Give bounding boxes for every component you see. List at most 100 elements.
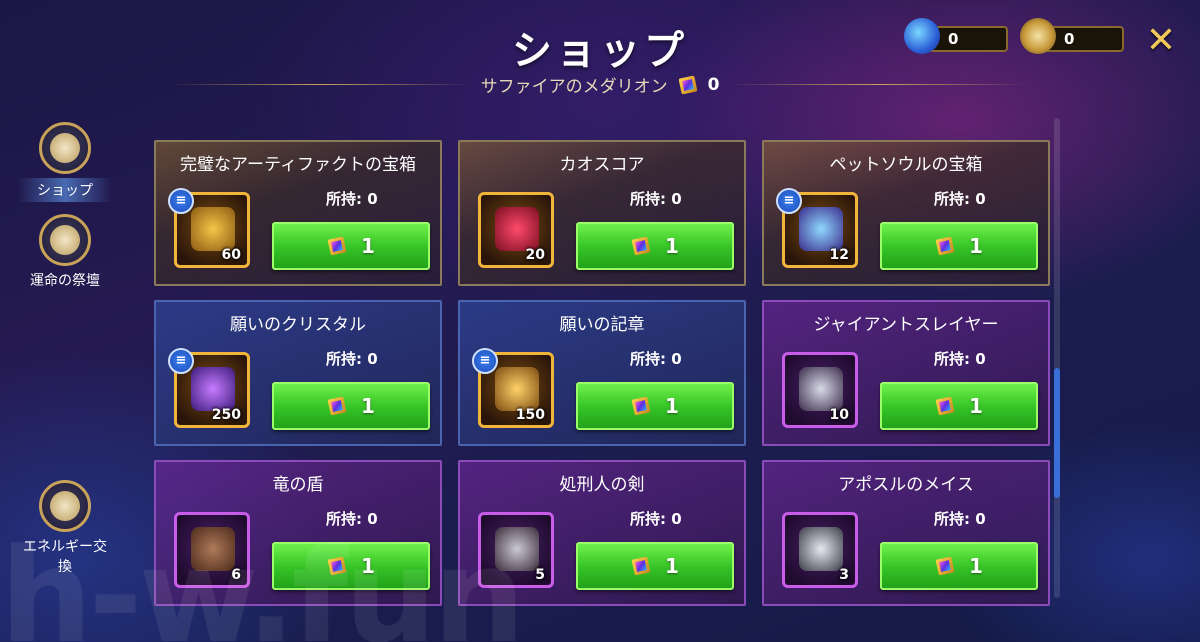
subtitle-count: 0 xyxy=(707,74,720,95)
owned-count: 所持: 0 xyxy=(326,350,378,368)
item-title: ジャイアントスレイヤー xyxy=(813,315,999,335)
item-quantity: 250 xyxy=(211,407,241,423)
shop-item-card[interactable]: 願いの記章所持: 0 150 ≡ 1 xyxy=(458,300,746,446)
divider xyxy=(170,84,471,85)
item-quantity: 3 xyxy=(839,567,849,583)
sidebar-item-label: エネルギー交換 xyxy=(23,539,107,575)
scrollbar[interactable] xyxy=(1054,118,1060,598)
shop-icon xyxy=(39,122,91,174)
buy-button[interactable]: 1 xyxy=(880,222,1038,270)
sapphire-medallion-icon xyxy=(327,236,347,256)
sidebar-item-altar[interactable]: 運命の祭壇 xyxy=(18,214,112,290)
buy-button[interactable]: 1 xyxy=(880,382,1038,430)
shop-item-card[interactable]: 処刑人の剣 所持: 0 5 1 xyxy=(458,460,746,606)
wish-crystal-icon xyxy=(191,367,235,411)
sapphire-medallion-icon xyxy=(631,556,651,576)
currency-subtitle: サファイアのメダリオン 0 xyxy=(0,72,1200,97)
item-icon-frame[interactable]: 10 xyxy=(782,352,858,428)
item-quantity: 60 xyxy=(221,247,241,263)
shop-item-card[interactable]: 願いのクリスタル所持: 0 250 ≡ 1 xyxy=(154,300,442,446)
executioner-sword-icon xyxy=(495,527,539,571)
item-quantity: 10 xyxy=(829,407,849,423)
owned-count: 所持: 0 xyxy=(326,190,378,208)
owned-count: 所持: 0 xyxy=(630,350,682,368)
subtitle-label: サファイアのメダリオン xyxy=(480,77,668,97)
item-title: 処刑人の剣 xyxy=(559,475,645,495)
wish-emblem-icon xyxy=(495,367,539,411)
shop-item-card[interactable]: 完璧なアーティファクトの宝箱所持: 0 60 ≡ 1 xyxy=(154,140,442,286)
item-title: 願いの記章 xyxy=(559,315,645,335)
item-icon-frame[interactable]: 3 xyxy=(782,512,858,588)
item-title: アポスルのメイス xyxy=(838,475,974,495)
shop-item-card[interactable]: 竜の盾 所持: 0 6 1 xyxy=(154,460,442,606)
buy-button[interactable]: 1 xyxy=(576,222,734,270)
sapphire-medallion-icon xyxy=(631,396,651,416)
item-quantity: 6 xyxy=(231,567,241,583)
owned-count: 所持: 0 xyxy=(934,510,986,528)
item-title: 竜の盾 xyxy=(272,475,324,495)
buy-button[interactable]: 1 xyxy=(576,382,734,430)
owned-count: 所持: 0 xyxy=(326,510,378,528)
buy-price: 1 xyxy=(361,394,375,418)
sapphire-medallion-icon xyxy=(327,556,347,576)
buy-price: 1 xyxy=(665,234,679,258)
sidebar-item-energy-exchange[interactable]: エネルギー交換 xyxy=(18,480,112,576)
shop-item-card[interactable]: カオスコア所持: 0 20 1 xyxy=(458,140,746,286)
item-title: ペットソウルの宝箱 xyxy=(829,155,983,175)
energy-exchange-icon xyxy=(39,480,91,532)
item-icon-frame[interactable]: 6 xyxy=(174,512,250,588)
buy-price: 1 xyxy=(361,234,375,258)
sidebar-item-label: ショップ xyxy=(18,178,112,202)
shop-item-card[interactable]: ペットソウルの宝箱所持: 0 12 ≡ 1 xyxy=(762,140,1050,286)
apostle-mace-icon xyxy=(799,527,843,571)
buy-price: 1 xyxy=(969,554,983,578)
owned-count: 所持: 0 xyxy=(934,190,986,208)
artifact-chest-icon xyxy=(191,207,235,251)
sapphire-medallion-icon xyxy=(678,75,698,95)
close-button[interactable]: ✕ xyxy=(1144,23,1178,59)
altar-star-icon xyxy=(39,214,91,266)
energy-gem-icon xyxy=(904,18,940,54)
shop-item-card[interactable]: アポスルのメイス所持: 0 3 1 xyxy=(762,460,1050,606)
item-title: 完璧なアーティファクトの宝箱 xyxy=(180,155,416,175)
dragon-shield-icon xyxy=(191,527,235,571)
item-icon-frame[interactable]: 5 xyxy=(478,512,554,588)
buy-price: 1 xyxy=(361,554,375,578)
info-list-icon[interactable]: ≡ xyxy=(168,348,194,374)
sapphire-medallion-icon xyxy=(935,236,955,256)
item-quantity: 20 xyxy=(525,247,545,263)
item-title: カオスコア xyxy=(559,155,645,175)
owned-count: 所持: 0 xyxy=(934,350,986,368)
info-list-icon[interactable]: ≡ xyxy=(776,188,802,214)
buy-button[interactable]: 1 xyxy=(576,542,734,590)
divider xyxy=(729,84,1030,85)
chaos-core-icon xyxy=(495,207,539,251)
owned-count: 所持: 0 xyxy=(630,190,682,208)
buy-price: 1 xyxy=(969,394,983,418)
buy-button[interactable]: 1 xyxy=(272,382,430,430)
shop-item-card[interactable]: ジャイアントスレイヤー所持: 0 10 1 xyxy=(762,300,1050,446)
sapphire-medallion-icon xyxy=(935,556,955,576)
scrollbar-thumb[interactable] xyxy=(1054,368,1060,498)
sidebar-item-label: 運命の祭壇 xyxy=(30,273,100,289)
sidebar-item-shop[interactable]: ショップ xyxy=(18,122,112,202)
page-title: ショップ xyxy=(512,28,688,74)
medal-icon xyxy=(1020,18,1056,54)
item-quantity: 12 xyxy=(829,247,849,263)
sapphire-medallion-icon xyxy=(631,236,651,256)
buy-price: 1 xyxy=(969,234,983,258)
giant-slayer-bow-icon xyxy=(799,367,843,411)
info-list-icon[interactable]: ≡ xyxy=(472,348,498,374)
item-icon-frame[interactable]: 20 xyxy=(478,192,554,268)
buy-price: 1 xyxy=(665,554,679,578)
buy-button[interactable]: 1 xyxy=(272,542,430,590)
info-list-icon[interactable]: ≡ xyxy=(168,188,194,214)
pet-soul-chest-icon xyxy=(799,207,843,251)
buy-button[interactable]: 1 xyxy=(880,542,1038,590)
item-quantity: 5 xyxy=(535,567,545,583)
sapphire-medallion-icon xyxy=(327,396,347,416)
buy-button[interactable]: 1 xyxy=(272,222,430,270)
buy-price: 1 xyxy=(665,394,679,418)
item-title: 願いのクリスタル xyxy=(230,315,366,335)
item-quantity: 150 xyxy=(515,407,545,423)
